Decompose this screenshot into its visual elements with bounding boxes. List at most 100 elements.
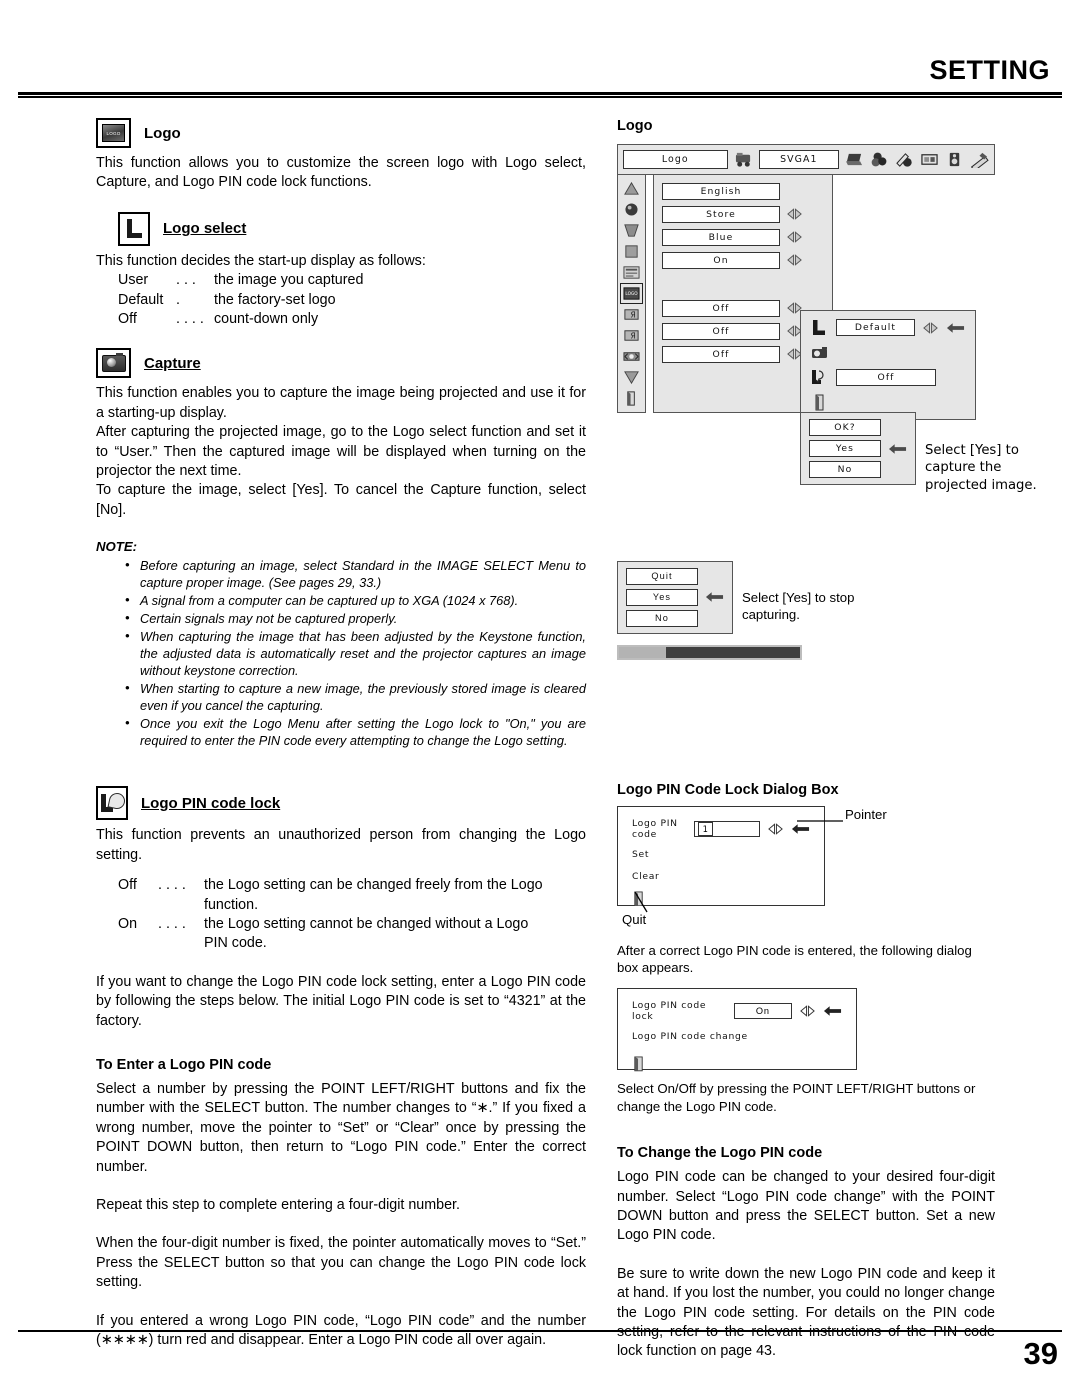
pin-lock-paragraph: This function prevents an unauthorized p…	[96, 827, 586, 863]
capture-paragraph: After capturing the projected image, go …	[96, 424, 586, 480]
color-icon[interactable]	[870, 151, 889, 168]
option-key: Off	[118, 311, 137, 328]
quit-no-button[interactable]: No	[626, 609, 698, 627]
sub-dialog-row: Off	[811, 369, 965, 386]
up-arrow-icon[interactable]	[622, 180, 641, 197]
sub-dialog-row: Default	[811, 319, 965, 336]
option-dots: . . . .	[158, 915, 186, 932]
pin-code-input[interactable]: 1	[693, 820, 760, 837]
after-pin-paragraph2: Select On/Off by pressing the POINT LEFT…	[617, 1081, 976, 1114]
sound-icon[interactable]	[945, 151, 964, 168]
pin-dialog-clear-row[interactable]: Clear	[632, 871, 810, 882]
note-item: Once you exit the Logo Menu after settin…	[123, 714, 586, 749]
page-title: SETTING	[929, 55, 1050, 85]
header-rule	[18, 92, 1062, 98]
projector-icon[interactable]	[734, 151, 753, 168]
screen-icon[interactable]	[920, 151, 939, 168]
footer-rule	[18, 1330, 1062, 1332]
pin-dialog-set-row[interactable]: Set	[632, 849, 810, 860]
capture-ok-dialog: OK? Yes No	[800, 412, 916, 485]
option-desc: count-down only	[214, 311, 319, 328]
option-key: Default	[118, 291, 164, 308]
option-dots: . . . .	[176, 311, 204, 328]
option-key: On	[118, 915, 138, 932]
quit-yes-button[interactable]: Yes	[626, 588, 698, 606]
down-arrow-icon[interactable]	[622, 369, 641, 386]
left-right-arrows-icon[interactable]	[922, 321, 939, 334]
option-desc: the Logo setting cannot be changed witho…	[204, 915, 529, 932]
image-adjust-icon[interactable]	[895, 151, 914, 168]
camera-icon	[811, 344, 829, 361]
setting-icon[interactable]	[970, 151, 989, 168]
left-right-arrows-icon[interactable]	[786, 254, 803, 266]
sub-dialog-row	[811, 344, 965, 361]
option-key: Off	[118, 877, 137, 894]
left-right-arrows-icon[interactable]	[786, 208, 803, 220]
quit-icon[interactable]	[622, 390, 641, 407]
quit-label: Quit	[622, 911, 647, 927]
option-desc-cont: PIN code.	[204, 935, 267, 952]
note-item: A signal from a computer can be captured…	[123, 591, 586, 609]
logo-select-intro: This function decides the start-up displ…	[96, 252, 426, 269]
section-capture-header: Capture	[96, 348, 586, 379]
osd-value-field[interactable]: On	[662, 251, 780, 269]
rear-icon[interactable]: Я	[622, 327, 641, 344]
sub-dialog-value[interactable]: Default	[836, 319, 915, 336]
osd-row: Store	[662, 205, 824, 223]
pointer-label: Pointer	[845, 806, 887, 822]
option-desc-cont: function.	[204, 896, 259, 913]
section-logo-header: LOGO Logo	[96, 118, 586, 148]
quit-icon[interactable]	[632, 1056, 645, 1072]
manual-page: SETTING LOGO Logo This function allows y…	[0, 0, 1080, 1397]
pin-lock-value[interactable]: On	[733, 1003, 792, 1020]
ceiling-icon[interactable]: Я	[622, 306, 641, 323]
quit-dialog-title: Quit	[626, 567, 698, 585]
osd-value-field[interactable]: Store	[662, 205, 780, 223]
background-icon[interactable]	[622, 243, 641, 260]
change-pin-title: To Change the Logo PIN code	[617, 1145, 823, 1162]
osd-source-field[interactable]: SVGA1	[758, 150, 839, 169]
enter-pin-paragraph: Select a number by pressing the POINT LE…	[96, 1080, 586, 1175]
pin-dialog-heading: Logo PIN Code Lock Dialog Box	[617, 781, 839, 798]
option-dots: .	[176, 291, 180, 308]
computer-icon[interactable]	[845, 151, 864, 168]
note-list: Before capturing an image, select Standa…	[96, 556, 586, 749]
keystone-icon[interactable]	[622, 222, 641, 239]
quit-dialog-group: Quit Yes No Select [Yes] to stop capturi…	[617, 560, 995, 634]
section-logo-select-title: Logo select	[163, 220, 247, 238]
pointer-arrow-icon	[705, 592, 724, 602]
osd-value-field[interactable]: Off	[662, 299, 780, 317]
osd-sidebar-rail: LOGO Я Я	[617, 173, 646, 413]
svg-text:Я: Я	[631, 310, 636, 319]
note-title: NOTE:	[96, 539, 138, 555]
osd-value-field[interactable]: Off	[662, 322, 780, 340]
pin-code-label: Logo PIN code	[632, 817, 678, 840]
pointer-arrow-icon	[823, 1006, 842, 1017]
terminal-icon[interactable]	[622, 348, 641, 365]
left-right-arrows-icon[interactable]	[799, 1005, 816, 1018]
display-icon[interactable]	[622, 264, 641, 281]
option-dots: . . .	[176, 272, 196, 289]
osd-menu-title[interactable]: Logo	[623, 150, 728, 169]
osd-value-field[interactable]: Blue	[662, 228, 780, 246]
left-right-arrows-icon[interactable]	[786, 231, 803, 243]
note-item: Before capturing an image, select Standa…	[123, 556, 586, 591]
logo-icon[interactable]: LOGO	[620, 282, 643, 304]
pin-change-row[interactable]: Logo PIN code change	[632, 1031, 842, 1042]
osd-value-field[interactable]: English	[662, 182, 780, 200]
osd-value-field[interactable]: Off	[662, 345, 780, 363]
change-pin-paragraph: Logo PIN code can be changed to your des…	[617, 1169, 995, 1244]
language-globe-icon[interactable]	[622, 201, 641, 218]
pin-lock-option: On . . . . the Logo setting cannot be ch…	[96, 915, 586, 934]
enter-pin-title: To Enter a Logo PIN code	[96, 1056, 272, 1073]
section-pin-lock-title: Logo PIN code lock	[141, 794, 281, 812]
left-right-arrows-icon[interactable]	[767, 822, 784, 835]
sub-dialog-row	[811, 394, 965, 411]
pin-dialog-group: Logo PIN code 1 Set Clear Pointer Quit	[617, 805, 995, 934]
option-desc: the Logo setting can be changed freely f…	[204, 877, 543, 894]
ok-yes-button[interactable]: Yes	[809, 440, 881, 457]
quit-icon[interactable]	[811, 394, 829, 411]
sub-dialog-value[interactable]: Off	[836, 369, 936, 386]
ok-no-button[interactable]: No	[809, 461, 881, 478]
change-pin-paragraph: Be sure to write down the new Logo PIN c…	[617, 1265, 995, 1360]
